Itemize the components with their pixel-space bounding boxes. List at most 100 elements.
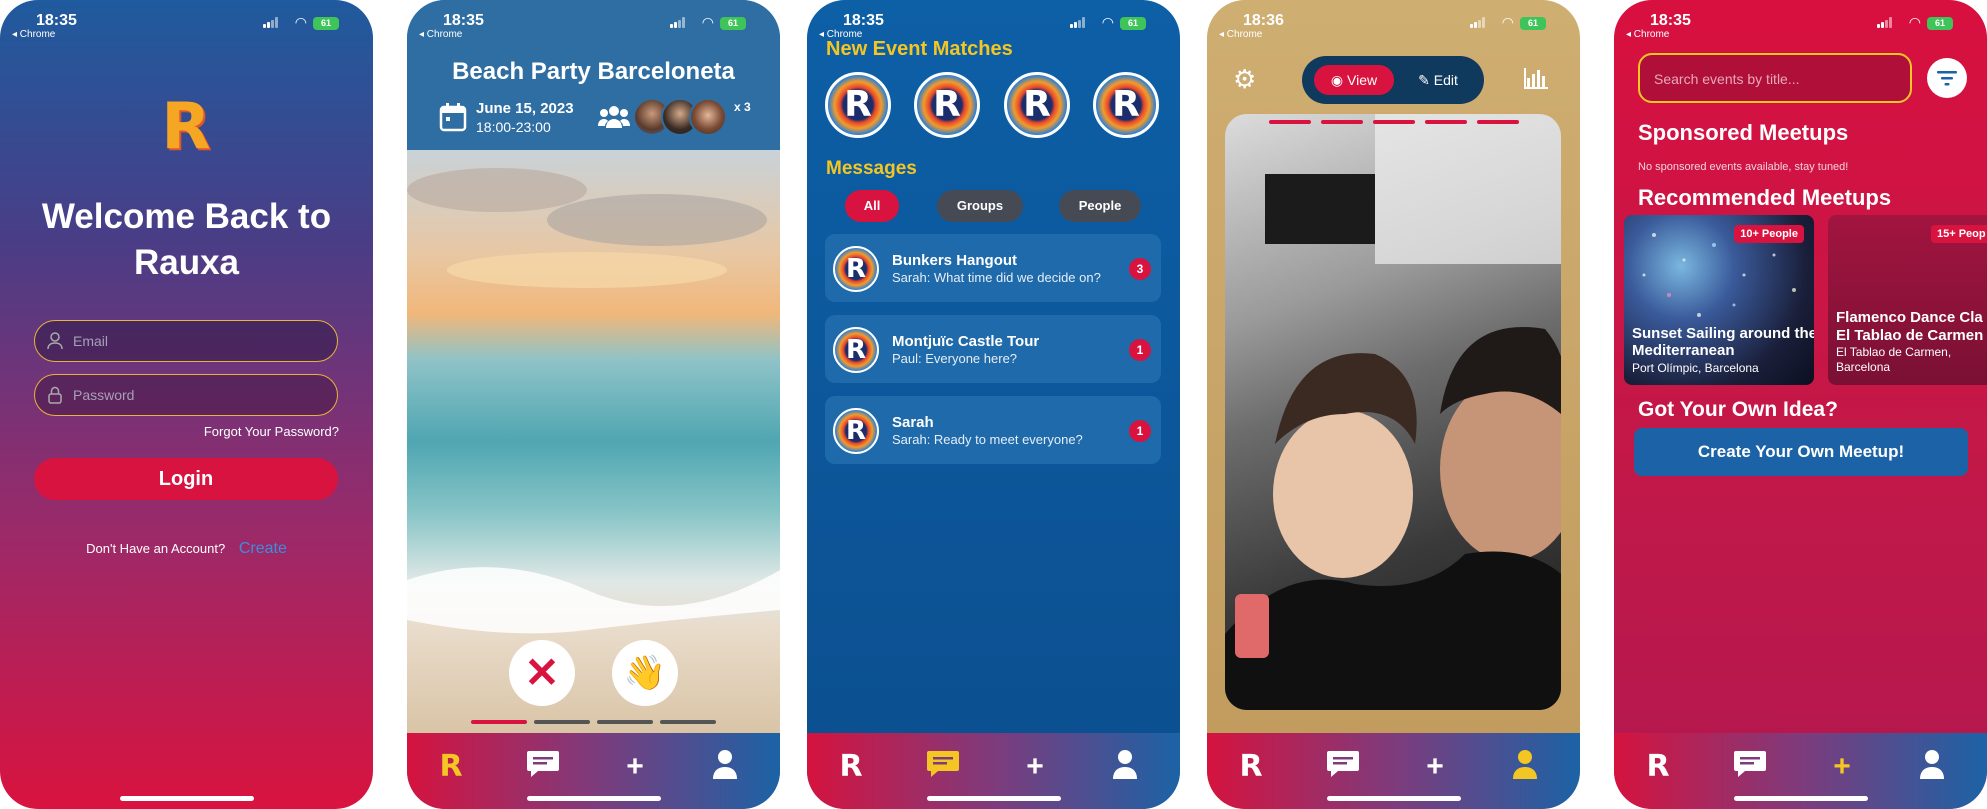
view-toggle[interactable]: ◉ View (1314, 65, 1394, 95)
wifi-icon: ◠ (1908, 14, 1921, 30)
lock-icon (47, 386, 63, 404)
tab-home-r-icon[interactable]: R (1233, 749, 1269, 785)
tab-home-r-icon[interactable]: R (833, 749, 869, 785)
tab-home-r-icon[interactable]: R (1640, 749, 1676, 785)
battery-icon: 61 (1927, 17, 1953, 30)
view-label: View (1347, 72, 1378, 88)
tab-add-icon[interactable]: + (1017, 749, 1053, 785)
filter-icon (1937, 70, 1957, 91)
wifi-icon: ◠ (1101, 14, 1114, 30)
waving-hand-icon: 👋 (623, 654, 667, 692)
home-indicator (1733, 796, 1868, 801)
meetup-card[interactable]: 10+ People Sunset Sailing around the Med… (1624, 215, 1814, 385)
status-bar: 18:35 ◂ Chrome ◠ 61 (807, 0, 1180, 40)
wifi-icon: ◠ (701, 14, 714, 30)
tab-home-r-icon[interactable]: R (433, 749, 469, 785)
stats-chart-icon[interactable] (1523, 68, 1549, 95)
filter-groups[interactable]: Groups (937, 190, 1023, 222)
chat-name: Sarah (892, 414, 934, 431)
chat-avatar: R (833, 327, 879, 373)
status-time: 18:35 (1650, 12, 1691, 29)
tab-add-icon[interactable]: + (1824, 749, 1860, 785)
photo-pager (471, 720, 716, 724)
pager-dot (1477, 120, 1519, 124)
pager-dot (660, 720, 716, 724)
home-indicator (926, 796, 1061, 801)
meetup-title: Flamenco Dance Cla El Tablao de Carmen (1836, 309, 1984, 344)
event-match-avatar[interactable]: R (825, 72, 891, 138)
filter-button[interactable] (1927, 58, 1967, 98)
email-field[interactable]: Email (34, 320, 338, 362)
attendee-avatar (689, 98, 727, 136)
status-time: 18:35 (36, 12, 77, 29)
own-idea-heading: Got Your Own Idea? (1638, 398, 1838, 421)
people-badge: 10+ People (1734, 225, 1804, 243)
event-title: Beach Party Barceloneta (452, 58, 735, 85)
reject-button[interactable]: ✕ (509, 640, 575, 706)
create-account-link[interactable]: Create (239, 540, 287, 557)
photo-pager (1269, 120, 1519, 124)
status-time: 18:35 (443, 12, 484, 29)
tab-chat-icon[interactable] (925, 749, 961, 785)
tab-add-icon[interactable]: + (617, 749, 653, 785)
messages-heading: Messages (826, 158, 917, 179)
battery-icon: 61 (720, 17, 746, 30)
signup-row: Don't Have an Account? Create (0, 540, 373, 558)
tab-chat-icon[interactable] (1732, 749, 1768, 785)
battery-icon: 61 (313, 17, 339, 30)
user-icon (47, 332, 63, 350)
forgot-password-link[interactable]: Forgot Your Password? (204, 424, 339, 439)
close-icon: ✕ (524, 649, 560, 696)
search-input[interactable]: Search events by title... (1638, 53, 1912, 103)
attendee-avatars[interactable] (633, 98, 733, 138)
back-to-chrome[interactable]: ◂ Chrome (419, 29, 462, 40)
pager-dot (1321, 120, 1363, 124)
explore-screen: 18:35 ◂ Chrome ◠ 61 Search events by tit… (1614, 0, 1987, 809)
settings-gear-icon[interactable]: ⚙ (1233, 64, 1256, 95)
event-match-avatar[interactable]: R (1093, 72, 1159, 138)
event-match-avatar[interactable]: R (914, 72, 980, 138)
recommended-heading: Recommended Meetups (1638, 185, 1892, 210)
pager-dot-active (471, 720, 527, 724)
tab-profile-icon[interactable] (1107, 749, 1143, 785)
home-indicator (119, 796, 254, 801)
create-meetup-button[interactable]: Create Your Own Meetup! (1634, 428, 1968, 476)
profile-photo[interactable] (1225, 114, 1561, 710)
signal-icon (670, 17, 686, 28)
battery-icon: 61 (1120, 17, 1146, 30)
meetup-card[interactable]: 15+ Peop Flamenco Dance Cla El Tablao de… (1828, 215, 1987, 385)
back-to-chrome[interactable]: ◂ Chrome (1219, 29, 1262, 40)
tab-profile-icon[interactable] (707, 749, 743, 785)
login-button[interactable]: Login (34, 458, 338, 500)
tab-profile-icon[interactable] (1914, 749, 1950, 785)
password-placeholder: Password (73, 387, 135, 403)
password-field[interactable]: Password (34, 374, 338, 416)
chat-thread[interactable]: R Bunkers Hangout Sarah: What time did w… (825, 234, 1161, 302)
chat-thread[interactable]: R Montjuïc Castle Tour Paul: Everyone he… (825, 315, 1161, 383)
profile-screen: 18:36 ◂ Chrome ◠ 61 ⚙ ◉ View ✎ Edit R + (1207, 0, 1580, 809)
wave-button[interactable]: 👋 (612, 640, 678, 706)
chat-preview: Paul: Everyone here? (892, 351, 1018, 366)
signal-icon (263, 17, 279, 28)
chat-thread[interactable]: R Sarah Sarah: Ready to meet everyone? 1 (825, 396, 1161, 464)
welcome-title-line1: Welcome Back to (41, 197, 332, 236)
back-to-chrome[interactable]: ◂ Chrome (1626, 29, 1669, 40)
tab-add-icon[interactable]: + (1417, 749, 1453, 785)
tab-chat-icon[interactable] (525, 749, 561, 785)
event-match-avatar[interactable]: R (1004, 72, 1070, 138)
tab-profile-icon[interactable] (1507, 749, 1543, 785)
back-to-chrome[interactable]: ◂ Chrome (12, 29, 55, 40)
filter-all[interactable]: All (845, 190, 899, 222)
no-account-text: Don't Have an Account? (86, 541, 226, 556)
status-time: 18:35 (843, 12, 884, 29)
login-screen: 18:35 ◂ Chrome ◠ 61 R Welcome Back to Ra… (0, 0, 373, 809)
edit-icon: ✎ (1418, 72, 1430, 88)
view-edit-toggle: ◉ View ✎ Edit (1302, 56, 1484, 104)
filter-people[interactable]: People (1059, 190, 1141, 222)
sponsored-empty-text: No sponsored events available, stay tune… (1638, 161, 1849, 173)
event-date: June 15, 2023 (476, 100, 574, 117)
edit-toggle[interactable]: ✎ Edit (1402, 65, 1474, 95)
eye-icon: ◉ (1330, 72, 1344, 88)
chat-name: Bunkers Hangout (892, 252, 1018, 269)
tab-chat-icon[interactable] (1325, 749, 1361, 785)
